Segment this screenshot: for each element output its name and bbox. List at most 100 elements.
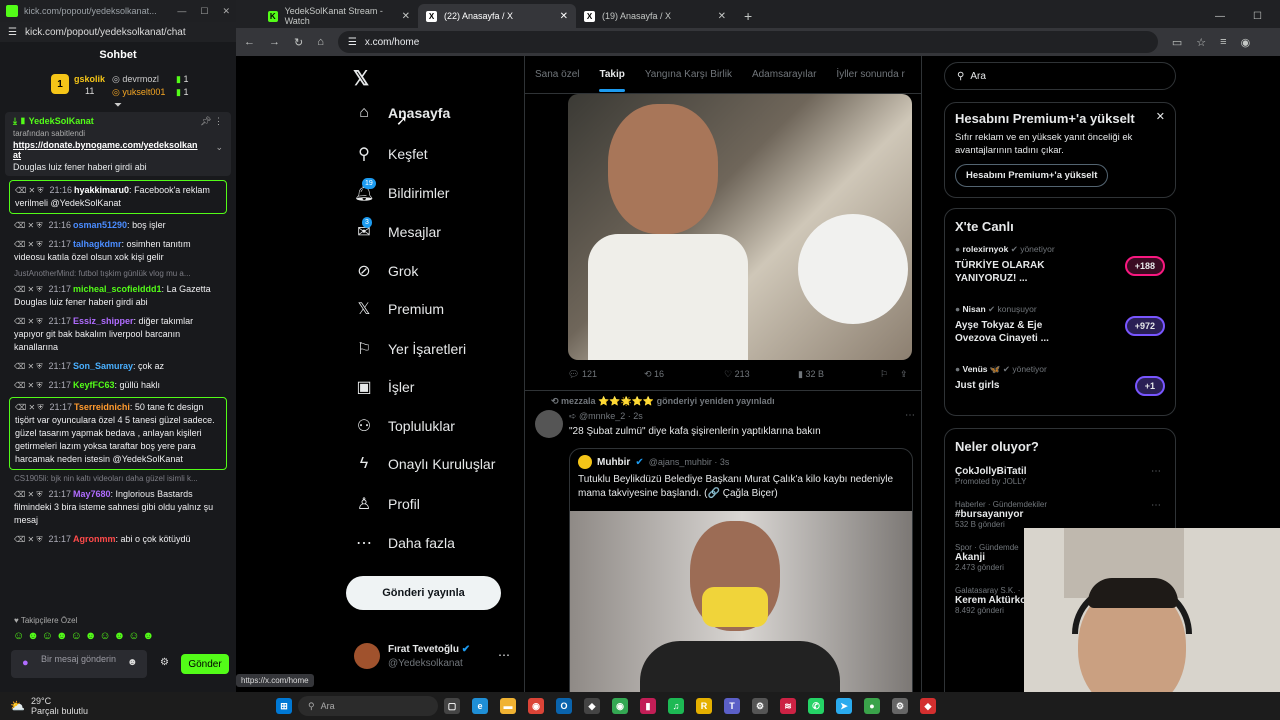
- app-icon[interactable]: R: [696, 698, 712, 714]
- nav-item-bildirimler[interactable]: 🔔︎ 19 Bildirimler: [354, 178, 449, 203]
- message-user[interactable]: Essiz_shipper: [73, 316, 134, 326]
- post-more-icon[interactable]: ⋯: [905, 410, 915, 421]
- timeline-tab[interactable]: Yangına Karşı Birlik: [645, 69, 732, 80]
- mic-icon[interactable]: ●: [22, 657, 29, 669]
- chevron-down-icon[interactable]: ⌄: [215, 142, 223, 153]
- repost-indicator[interactable]: ⟲ mezzala ⭐⭐🌟⭐⭐ gönderiyi yeniden yayınl…: [551, 396, 775, 407]
- nav-item-i̇şler[interactable]: ▣ İşler: [354, 377, 414, 397]
- browser-tab[interactable]: X (22) Anasayfa / X ✕: [418, 4, 576, 28]
- moderation-icons[interactable]: ⌫ ✕ ⛨: [14, 490, 42, 499]
- nav-item-mesajlar[interactable]: ✉ 3 Mesajlar: [354, 217, 441, 242]
- moderation-icons[interactable]: ⌫ ✕ ⛨: [15, 403, 43, 412]
- post-image[interactable]: [568, 94, 912, 360]
- message-user[interactable]: micheal_scofielddd1: [73, 284, 162, 294]
- browser-tab[interactable]: K YedekSolKanat Stream - Watch ✕: [260, 4, 418, 28]
- minimize-icon[interactable]: —: [1215, 11, 1225, 22]
- quoted-post[interactable]: Muhbir ✔ @ajans_muhbir · 3s Tutuklu Beyl…: [569, 448, 913, 692]
- moderation-icons[interactable]: ⌫ ✕ ⛨: [14, 221, 42, 230]
- views-button[interactable]: ▮ 32 B: [798, 369, 880, 380]
- timeline-tab[interactable]: İyller sonunda r: [836, 69, 904, 80]
- live-space-item[interactable]: ● Venüs 🦋 ✔ yönetiyor Just girls +1: [955, 364, 1165, 412]
- maximize-icon[interactable]: ☐: [200, 6, 208, 17]
- chrome-icon[interactable]: ◉: [612, 698, 628, 714]
- close-tab-icon[interactable]: ✕: [718, 11, 726, 22]
- nav-item-profil[interactable]: ♙ Profil: [354, 494, 420, 514]
- x-logo-icon[interactable]: 𝕏: [353, 66, 369, 91]
- site-info-icon[interactable]: ☰: [348, 37, 357, 48]
- live-space-item[interactable]: ● Nisan ✔ konuşuyor Ayşe Tokyaz & Eje Ove…: [955, 304, 1165, 352]
- message-user[interactable]: Agronmm: [73, 534, 116, 544]
- gifter-name[interactable]: gskolik: [74, 74, 105, 84]
- telegram-icon[interactable]: ➤: [836, 698, 852, 714]
- account-icon[interactable]: ◉: [1241, 36, 1251, 49]
- message-user[interactable]: Tserreidnichi: [74, 402, 130, 412]
- menu-icon[interactable]: ≡: [1220, 36, 1226, 48]
- nav-item-yer-i̇şaretleri[interactable]: ⚐ Yer İşaretleri: [354, 339, 466, 359]
- chat-address-bar[interactable]: ☰ kick.com/popout/yedeksolkanat/chat: [0, 22, 236, 42]
- browser-tab[interactable]: X (19) Anasayfa / X ✕: [576, 4, 734, 28]
- moderation-icons[interactable]: ⌫ ✕ ⛨: [14, 535, 42, 544]
- reply-button[interactable]: 💬︎ 121: [568, 369, 644, 380]
- app-icon[interactable]: ●: [864, 698, 880, 714]
- moderation-icons[interactable]: ⌫ ✕ ⛨: [14, 240, 42, 249]
- more-options-icon[interactable]: ⋯: [498, 648, 510, 662]
- close-tab-icon[interactable]: ✕: [560, 11, 568, 22]
- pin-icon[interactable]: 📌︎ ⋮: [200, 116, 223, 127]
- bookmark-icon[interactable]: ⚐: [880, 369, 900, 380]
- app-icon[interactable]: ⚙: [892, 698, 908, 714]
- app-icon[interactable]: ◆: [920, 698, 936, 714]
- chrome-icon[interactable]: ◉: [528, 698, 544, 714]
- moderation-icons[interactable]: ⌫ ✕ ⛨: [14, 381, 42, 390]
- message-user[interactable]: talhagkdmr: [73, 239, 122, 249]
- outlook-icon[interactable]: O: [556, 698, 572, 714]
- maximize-icon[interactable]: ☐: [1253, 11, 1262, 22]
- moderation-icons[interactable]: ⌫ ✕ ⛨: [15, 186, 43, 195]
- settings-gear-icon[interactable]: ⚙: [160, 657, 169, 668]
- edge-icon[interactable]: e: [472, 698, 488, 714]
- app-icon[interactable]: ▮: [640, 698, 656, 714]
- post-button[interactable]: Gönderi yayınla: [346, 576, 501, 610]
- live-space-item[interactable]: ● rolexirnyok ✔ yönetiyor TÜRKİYE OLARAK …: [955, 244, 1165, 292]
- taskbar-search[interactable]: ⚲ Ara: [298, 696, 438, 716]
- emote-bar[interactable]: ☺☻☺☻☺☻☺☻☺☻: [13, 630, 157, 642]
- close-icon[interactable]: ✕: [1156, 110, 1165, 123]
- gifter-name[interactable]: ◎ yukselt001: [112, 87, 165, 98]
- store-icon[interactable]: ◆: [584, 698, 600, 714]
- moderation-icons[interactable]: ⌫ ✕ ⛨: [14, 285, 42, 294]
- start-icon[interactable]: ⊞: [276, 698, 292, 714]
- reload-icon[interactable]: ↻: [294, 36, 303, 49]
- minimize-icon[interactable]: —: [177, 6, 186, 17]
- whatsapp-icon[interactable]: ✆: [808, 698, 824, 714]
- like-button[interactable]: ♡ 213: [724, 369, 798, 380]
- quote-image[interactable]: [570, 511, 912, 692]
- nav-item-grok[interactable]: ⊘ Grok: [354, 261, 418, 281]
- nav-item-premium[interactable]: 𝕏 Premium: [354, 299, 444, 319]
- app-icon[interactable]: ≋: [780, 698, 796, 714]
- trend-item[interactable]: ÇokJollyBiTatil Promoted by JOLLY ⋯: [955, 466, 1165, 486]
- timeline-tab[interactable]: Adamsarayılar: [752, 69, 816, 80]
- moderation-icons[interactable]: ⌫ ✕ ⛨: [14, 317, 42, 326]
- timeline-tab[interactable]: Sana özel: [535, 69, 579, 80]
- close-icon[interactable]: ✕: [222, 6, 230, 17]
- trend-more-icon[interactable]: ⋯: [1151, 466, 1161, 477]
- message-user[interactable]: hyakkimaru0: [74, 185, 129, 195]
- message-user[interactable]: Son_Samuray: [73, 361, 133, 371]
- address-bar[interactable]: ☰ x.com/home: [337, 31, 1158, 53]
- search-input[interactable]: ⚲ Ara: [944, 62, 1176, 90]
- trend-more-icon[interactable]: ⋯: [1151, 500, 1161, 511]
- send-button[interactable]: Gönder: [181, 654, 229, 674]
- new-tab-button[interactable]: +: [734, 8, 762, 28]
- nav-item-topluluklar[interactable]: ⚇ Topluluklar: [354, 416, 455, 436]
- cast-icon[interactable]: ▭: [1172, 36, 1182, 49]
- back-icon[interactable]: ←: [244, 36, 255, 48]
- profile-name[interactable]: Fırat Tevetoğlu ✔: [388, 644, 470, 655]
- site-settings-icon[interactable]: ☰: [8, 27, 17, 38]
- nav-item-keşfet[interactable]: ⚲ Keşfet: [354, 144, 428, 164]
- share-icon[interactable]: ⇪: [900, 369, 908, 380]
- message-user[interactable]: KeyfFC63: [73, 380, 115, 390]
- premium-button[interactable]: Hesabını Premium+'a yükselt: [955, 164, 1109, 187]
- emoji-icon[interactable]: ☻: [127, 657, 138, 668]
- timeline-tab[interactable]: Takip: [599, 69, 626, 92]
- weather-widget[interactable]: ⛅ 29°C Parçalı bulutlu: [0, 696, 270, 716]
- moderation-icons[interactable]: ⌫ ✕ ⛨: [14, 362, 42, 371]
